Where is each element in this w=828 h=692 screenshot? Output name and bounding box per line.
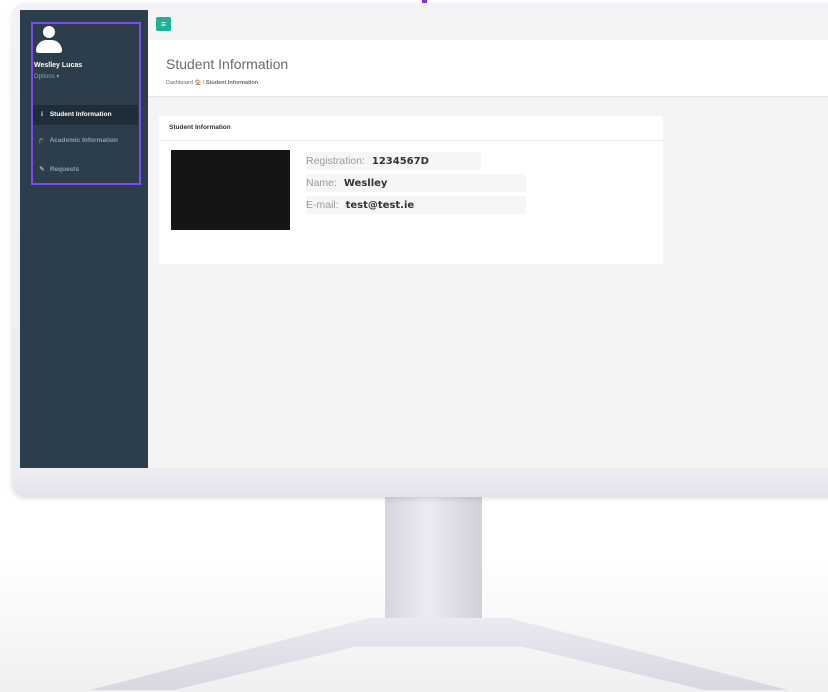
home-icon: 🏠 xyxy=(194,80,202,86)
page-title: Student Information xyxy=(166,56,289,72)
field-label: Name: xyxy=(306,177,337,189)
registration-field: Registration: 1234567D xyxy=(306,152,481,170)
monitor-stand-neck xyxy=(385,497,482,627)
breadcrumb-home-link[interactable]: Dashboard xyxy=(166,80,193,86)
registration-value: 1234567D xyxy=(371,156,429,167)
sidebar-highlight-frame xyxy=(31,22,141,185)
monitor-chin xyxy=(12,470,828,497)
student-info-panel: Student Information Registration: 123456… xyxy=(159,116,663,264)
field-label: E-mail: xyxy=(306,199,339,211)
menu-toggle-button[interactable]: ≡ xyxy=(156,17,171,31)
student-photo xyxy=(171,150,290,230)
sidebar: Weslley Lucas Options ▾ i Student Inform… xyxy=(20,10,148,468)
breadcrumb-separator: / xyxy=(202,80,205,86)
name-field: Name: Weslley xyxy=(306,174,526,192)
name-value: Weslley xyxy=(343,178,388,189)
hamburger-icon: ≡ xyxy=(160,19,167,29)
monitor-screen: Weslley Lucas Options ▾ i Student Inform… xyxy=(20,10,828,468)
email-field: E-mail: test@test.ie xyxy=(306,196,526,214)
breadcrumb: Dashboard 🏠 / Student Information xyxy=(166,80,258,86)
email-value: test@test.ie xyxy=(345,200,415,211)
breadcrumb-current: Student Information xyxy=(205,80,259,86)
page-header: Student Information Dashboard 🏠 / Studen… xyxy=(148,40,828,97)
panel-title: Student Information xyxy=(169,124,231,131)
panel-header: Student Information xyxy=(159,116,663,141)
field-label: Registration: xyxy=(306,155,365,167)
